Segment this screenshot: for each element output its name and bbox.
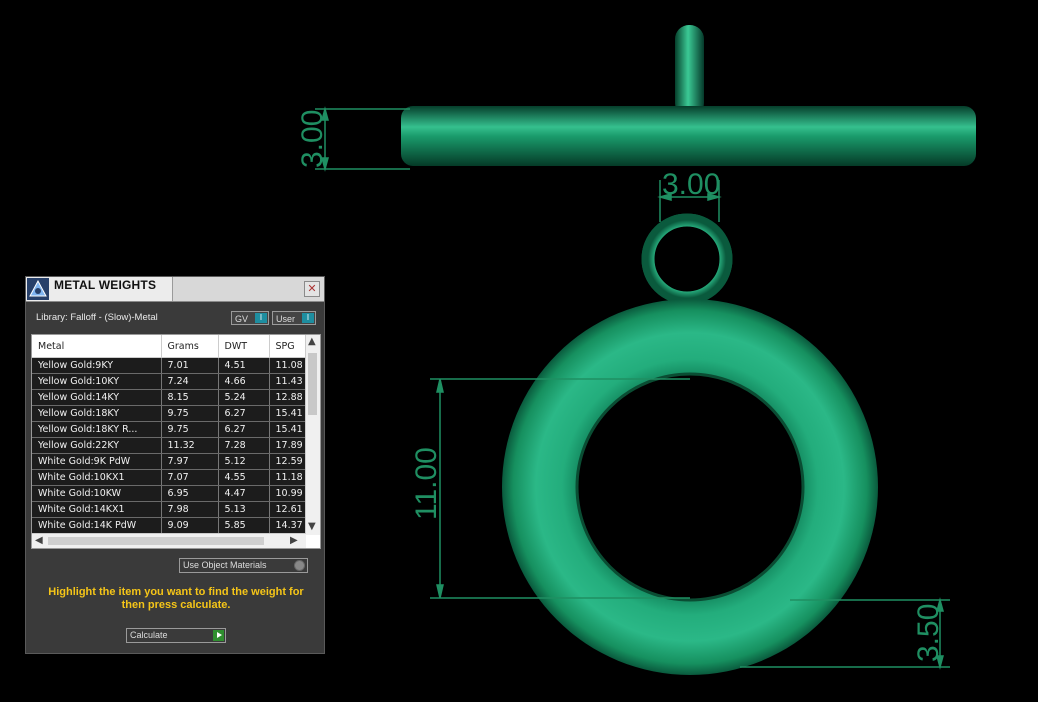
use-object-materials-toggle[interactable]: Use Object Materials <box>179 558 308 573</box>
table-cell: 9.09 <box>161 517 219 534</box>
table-row[interactable]: Yellow Gold:22KY 11.32 7.28 17.89 <box>32 437 310 454</box>
table-row[interactable]: White Gold:14KX1 7.98 5.13 12.61 <box>32 501 310 518</box>
small-ring <box>641 213 733 305</box>
scroll-up-icon[interactable]: ▲ <box>308 336 316 348</box>
use-object-materials-label: Use Object Materials <box>183 560 267 570</box>
table-cell: White Gold:14KX1 <box>32 501 162 518</box>
table-cell: Yellow Gold:9KY <box>32 357 162 374</box>
table-row[interactable]: Yellow Gold:18KY R... 9.75 6.27 15.41 <box>32 421 310 438</box>
table-cell: 7.07 <box>161 469 219 486</box>
table-cell: 10.99 <box>269 485 310 502</box>
vertical-scrollbar[interactable]: ▲ ▼ <box>305 335 320 535</box>
library-label: Library: Falloff - (Slow)-Metal <box>36 312 158 323</box>
calculate-label: Calculate <box>130 630 168 640</box>
table-cell: 12.61 <box>269 501 310 518</box>
play-icon <box>213 630 224 641</box>
app-logo-icon <box>27 278 49 300</box>
gv-toggle-label: GV <box>235 314 249 324</box>
metal-weights-panel: METAL WEIGHTS ✕ Library: Falloff - (Slow… <box>25 276 325 654</box>
toggle-knob-icon: I <box>302 313 314 323</box>
table-cell: 5.85 <box>218 517 270 534</box>
table-cell: 7.28 <box>218 437 270 454</box>
user-toggle[interactable]: User I <box>272 311 316 325</box>
table-cell: Yellow Gold:14KY <box>32 389 162 406</box>
table-cell: 9.75 <box>161 421 219 438</box>
close-icon[interactable]: ✕ <box>304 281 320 297</box>
table-cell: 11.18 <box>269 469 310 486</box>
table-cell: 7.24 <box>161 373 219 390</box>
table-cell: 4.66 <box>218 373 270 390</box>
table-cell: White Gold:10KX1 <box>32 469 162 486</box>
panel-title: METAL WEIGHTS <box>54 278 157 292</box>
table-cell: 9.75 <box>161 405 219 422</box>
dim-band-width: 3.50 <box>912 604 945 662</box>
table-cell: 8.15 <box>161 389 219 406</box>
table-cell: 17.89 <box>269 437 310 454</box>
table-cell: White Gold:9K PdW <box>32 453 162 470</box>
metal-table[interactable]: Metal Grams DWT SPG Yellow Gold:9KY 7.01 4.51… <box>31 334 321 549</box>
calculate-button[interactable]: Calculate <box>126 628 226 643</box>
table-row[interactable]: Yellow Gold:9KY 7.01 4.51 11.08 <box>32 357 310 374</box>
table-row[interactable]: White Gold:10KW 6.95 4.47 10.99 <box>32 485 310 502</box>
table-cell: 5.12 <box>218 453 270 470</box>
dim-ring-width: 3.00 <box>662 168 720 201</box>
bar-loop <box>675 25 704 117</box>
table-cell: 6.27 <box>218 421 270 438</box>
table-cell: 6.95 <box>161 485 219 502</box>
table-cell: 4.55 <box>218 469 270 486</box>
table-cell: 11.43 <box>269 373 310 390</box>
table-cell: 12.59 <box>269 453 310 470</box>
scroll-down-icon[interactable]: ▼ <box>308 521 316 533</box>
table-cell: Yellow Gold:22KY <box>32 437 162 454</box>
toggle-bar <box>401 106 976 166</box>
table-cell: White Gold:10KW <box>32 485 162 502</box>
table-cell: 12.88 <box>269 389 310 406</box>
table-cell: Yellow Gold:18KY R... <box>32 421 162 438</box>
table-cell: Yellow Gold:18KY <box>32 405 162 422</box>
table-cell: 7.97 <box>161 453 219 470</box>
table-row[interactable]: White Gold:14K PdW 9.09 5.85 14.37 <box>32 517 310 534</box>
table-cell: Yellow Gold:10KY <box>32 373 162 390</box>
dim-inner-diameter: 11.00 <box>410 447 443 520</box>
table-cell: 11.32 <box>161 437 219 454</box>
user-toggle-label: User <box>276 314 296 324</box>
table-row[interactable]: Yellow Gold:10KY 7.24 4.66 11.43 <box>32 373 310 390</box>
panel-titlebar[interactable]: METAL WEIGHTS ✕ <box>26 277 324 302</box>
radio-icon <box>294 560 305 571</box>
column-header[interactable]: SPG <box>269 335 310 358</box>
table-cell: 7.01 <box>161 357 219 374</box>
table-cell: 14.37 <box>269 517 310 534</box>
scroll-left-icon[interactable]: ◀ <box>35 535 43 547</box>
table-cell: 5.24 <box>218 389 270 406</box>
table-row[interactable]: White Gold:10KX1 7.07 4.55 11.18 <box>32 469 310 486</box>
table-cell: 15.41 <box>269 405 310 422</box>
gv-toggle[interactable]: GV I <box>231 311 269 325</box>
table-cell: 6.27 <box>218 405 270 422</box>
scroll-right-icon[interactable]: ▶ <box>290 535 298 547</box>
scroll-thumb[interactable] <box>48 537 264 545</box>
panel-title-tab: METAL WEIGHTS <box>26 277 173 301</box>
column-header[interactable]: Metal <box>32 335 162 358</box>
table-cell: 4.51 <box>218 357 270 374</box>
column-header[interactable]: DWT <box>218 335 270 358</box>
table-row[interactable]: Yellow Gold:18KY 9.75 6.27 15.41 <box>32 405 310 422</box>
table-cell: 7.98 <box>161 501 219 518</box>
dim-bar-thickness: 3.00 <box>296 110 329 168</box>
table-cell: 11.08 <box>269 357 310 374</box>
toggle-ring <box>502 299 878 675</box>
column-header[interactable]: Grams <box>161 335 219 358</box>
toggle-knob-icon: I <box>255 313 267 323</box>
table-cell: 5.13 <box>218 501 270 518</box>
table-row[interactable]: White Gold:9K PdW 7.97 5.12 12.59 <box>32 453 310 470</box>
table-cell: 15.41 <box>269 421 310 438</box>
table-row[interactable]: Yellow Gold:14KY 8.15 5.24 12.88 <box>32 389 310 406</box>
horizontal-scrollbar[interactable]: ◀ ▶ <box>32 533 306 548</box>
table-cell: White Gold:14K PdW <box>32 517 162 534</box>
scroll-thumb[interactable] <box>308 353 317 415</box>
instruction-text: Highlight the item you want to find the … <box>48 586 304 611</box>
table-cell: 4.47 <box>218 485 270 502</box>
